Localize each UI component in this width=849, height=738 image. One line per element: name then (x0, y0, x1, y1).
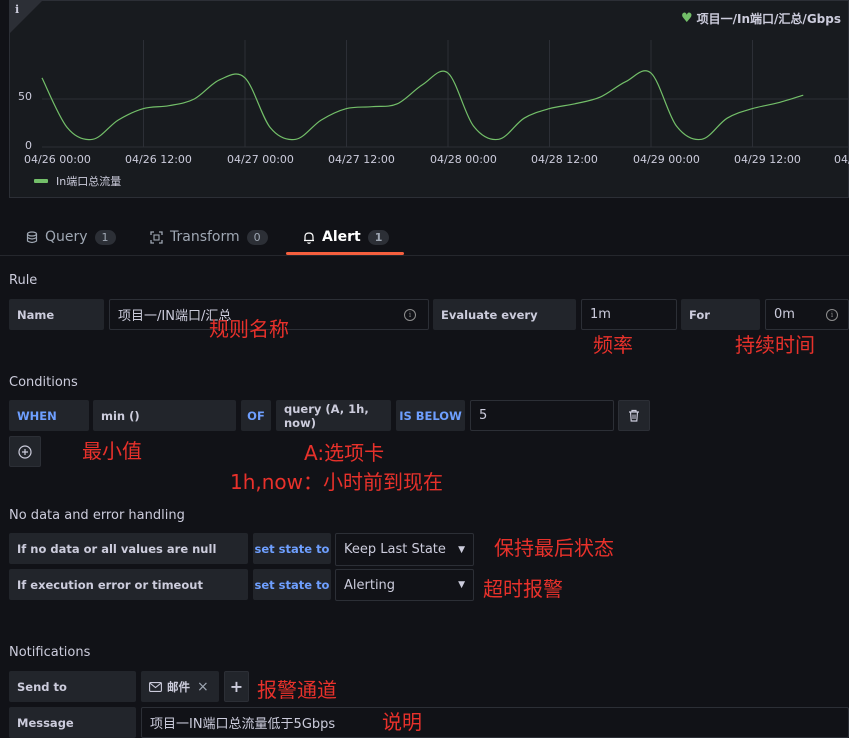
legend-swatch (34, 179, 48, 183)
select-value: Keep Last State (344, 542, 446, 557)
set-state-keyword: set state to (253, 533, 331, 564)
x-tick-label: 04/26 12:00 (125, 153, 192, 166)
notification-channel-tag[interactable]: 邮件 × (141, 671, 219, 702)
info-circle-icon[interactable]: i (404, 308, 416, 321)
x-tick-label: 04/27 12:00 (328, 153, 395, 166)
tab-label: Transform (170, 229, 240, 245)
tab-count-badge: 1 (367, 229, 390, 245)
when-keyword: WHEN (9, 400, 89, 431)
chart-legend[interactable]: In端口总流量 (34, 173, 121, 189)
select-value: Alerting (344, 577, 396, 593)
error-state-select[interactable]: Alerting ▼ (335, 569, 474, 601)
series-line-in-port-total (41, 70, 804, 141)
y-tick-label: 0 (25, 139, 32, 152)
x-tick-label: 04/28 00:00 (430, 153, 497, 166)
annotation-timeout-alert: 超时报警 (483, 577, 563, 601)
tab-alert[interactable]: Alert 1 (303, 229, 390, 245)
envelope-icon (149, 681, 162, 692)
tab-label: Query (45, 229, 88, 245)
evaluator-type-select[interactable]: IS BELOW (396, 400, 465, 431)
no-data-label: If no data or all values are null (9, 533, 248, 564)
threshold-input[interactable]: 5 (470, 400, 614, 431)
message-textarea[interactable]: 项目一IN端口总流量低于5Gbps (141, 707, 849, 738)
annotation-channel: 报警通道 (257, 678, 337, 702)
annotation-min-value: 最小值 (82, 439, 142, 463)
section-title-no-data: No data and error handling (9, 508, 185, 523)
for-value: 0m (774, 307, 795, 322)
tabs-divider (0, 255, 849, 256)
annotation-duration: 持续时间 (735, 333, 815, 357)
for-input[interactable]: 0m i (765, 299, 849, 330)
x-tick-label: 04/26 00:00 (24, 153, 91, 166)
y-tick-label: 50 (18, 90, 32, 103)
evaluate-every-input[interactable]: 1m (581, 299, 677, 330)
trash-icon (629, 409, 639, 422)
annotation-description: 说明 (382, 710, 422, 734)
delete-condition-button[interactable] (618, 400, 650, 431)
set-state-keyword: set state to (253, 569, 331, 600)
name-label: Name (9, 299, 104, 330)
annotation-query-tab: A:选项卡 (304, 441, 385, 465)
legend-label[interactable]: In端口总流量 (56, 173, 121, 189)
plus-circle-icon (18, 444, 32, 459)
x-tick-label: 04/29 00:00 (633, 153, 700, 166)
plus-icon: + (229, 677, 244, 696)
caret-down-icon: ▼ (458, 544, 465, 555)
line-chart (41, 40, 849, 148)
send-to-label: Send to (9, 671, 136, 702)
tab-count-badge: 0 (246, 229, 268, 245)
tab-label: Alert (322, 229, 361, 245)
x-tick-label: 04/28 12:00 (531, 153, 598, 166)
info-circle-icon[interactable]: i (826, 308, 838, 321)
x-tick-label: 04/27 00:00 (227, 153, 294, 166)
x-tick-label: 04/29 12:00 (734, 153, 801, 166)
add-condition-button[interactable] (9, 436, 41, 467)
annotation-frequency: 频率 (593, 333, 633, 357)
remove-channel-icon[interactable]: × (197, 679, 209, 695)
of-keyword: OF (241, 400, 271, 431)
annotation-rule-name: 规则名称 (209, 317, 289, 341)
transform-icon (150, 230, 163, 244)
reducer-function-select[interactable]: min () (93, 400, 236, 431)
no-data-state-select[interactable]: Keep Last State ▼ (335, 533, 474, 566)
section-title-conditions: Conditions (9, 375, 78, 390)
section-title-rule: Rule (9, 273, 38, 288)
tab-transform[interactable]: Transform 0 (150, 229, 268, 245)
database-icon (26, 230, 38, 243)
message-label: Message (9, 707, 136, 738)
execution-error-label: If execution error or timeout (9, 569, 248, 600)
caret-down-icon: ▼ (458, 580, 465, 590)
x-tick-label: 04/ (834, 153, 849, 166)
for-label: For (681, 299, 760, 330)
annotation-keep-last: 保持最后状态 (494, 536, 614, 560)
tab-query[interactable]: Query 1 (26, 229, 116, 245)
evaluate-every-label: Evaluate every (433, 299, 576, 330)
channel-name: 邮件 (167, 679, 190, 694)
annotation-time-range: 1h,now：小时前到现在 (230, 470, 444, 494)
tab-count-badge: 1 (94, 229, 116, 245)
bell-icon (304, 231, 314, 244)
add-channel-button[interactable]: + (224, 671, 249, 702)
section-title-notifications: Notifications (9, 645, 91, 660)
query-params-select[interactable]: query (A, 1h, now) (276, 400, 391, 431)
